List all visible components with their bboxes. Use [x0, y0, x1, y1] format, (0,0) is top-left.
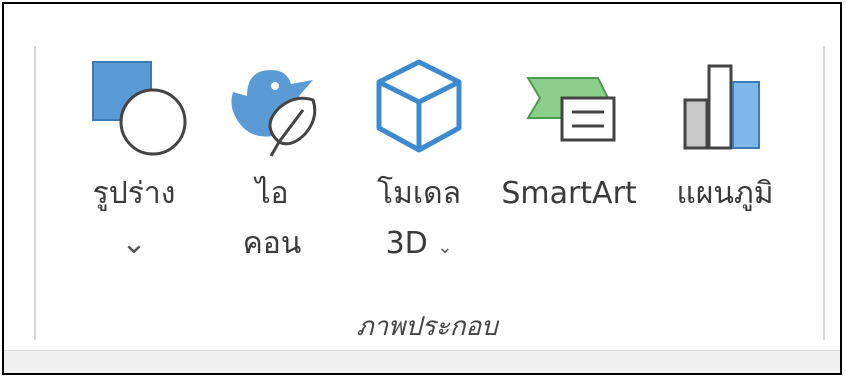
group-label: ภาพประกอบ — [356, 312, 498, 342]
chart-icon — [683, 64, 760, 150]
chevron-down-icon: ⌄ — [437, 237, 453, 258]
chart-label: แผนภูมิ — [676, 176, 774, 211]
chevron-down-icon: ⌄ — [121, 226, 147, 261]
icons-label-line1: ไอ — [255, 176, 289, 211]
ribbon-illustrations-group: รูปร่าง ⌄ ไอ คอน โมเดล 3D ⌄ SmartArt แผน… — [4, 4, 840, 350]
icons-icon — [231, 70, 317, 157]
ribbon-bottom-strip — [4, 350, 840, 373]
3d-models-icon — [376, 59, 462, 153]
smartart-icon — [526, 77, 616, 142]
3d-models-label-text: 3D — [385, 226, 428, 261]
group-separator-left — [34, 46, 36, 340]
3d-models-label-line2: 3D ⌄ — [354, 218, 484, 274]
shapes-button[interactable]: รูปร่าง ⌄ — [74, 56, 194, 286]
shapes-icon — [92, 61, 187, 156]
icons-label-line2: คอน — [242, 226, 302, 261]
smartart-button[interactable]: SmartArt — [494, 56, 644, 286]
chart-button[interactable]: แผนภูมิ — [660, 56, 790, 286]
shapes-label: รูปร่าง — [92, 176, 176, 211]
smartart-label: SmartArt — [501, 176, 637, 211]
3d-models-button[interactable]: โมเดล 3D ⌄ — [354, 56, 484, 286]
3d-models-label-line1: โมเดล — [376, 176, 461, 211]
group-separator-right — [823, 46, 825, 340]
icons-button[interactable]: ไอ คอน — [212, 56, 332, 286]
ribbon-frame: รูปร่าง ⌄ ไอ คอน โมเดล 3D ⌄ SmartArt แผน… — [2, 2, 842, 375]
